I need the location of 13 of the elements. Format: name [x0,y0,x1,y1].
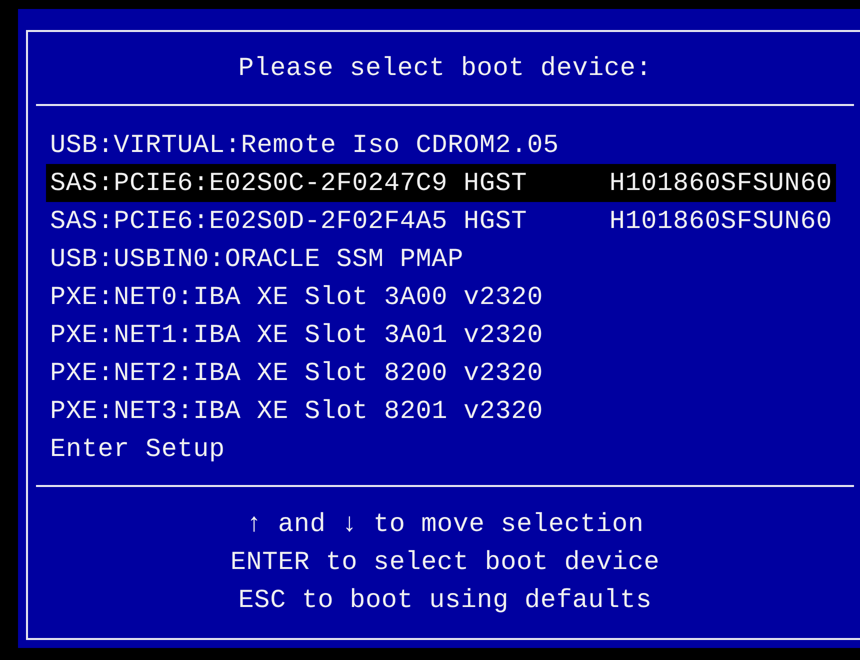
boot-device-item[interactable]: SAS:PCIE6:E02S0D-2F02F4A5 HGST H101860SFSUN60 [46,202,836,240]
boot-device-item[interactable]: USB:USBIN0:ORACLE SSM PMAP [46,240,836,278]
boot-device-item[interactable]: SAS:PCIE6:E02S0C-2F0247C9 HGST H101860SFSUN60 [46,164,836,202]
menu-title: Please select boot device: [238,52,652,85]
boot-device-item[interactable]: PXE:NET2:IBA XE Slot 8200 v2320 [46,354,836,392]
help-text: ESC to boot using defaults [238,584,652,617]
boot-device-item[interactable]: PXE:NET3:IBA XE Slot 8201 v2320 [46,392,836,430]
boot-device-item[interactable]: PXE:NET1:IBA XE Slot 3A01 v2320 [46,316,836,354]
boot-device-item[interactable]: PXE:NET0:IBA XE Slot 3A00 v2320 [46,278,836,316]
help-text: ↑ and ↓ to move selection [246,508,644,541]
boot-device-item[interactable]: Enter Setup [46,430,836,468]
boot-device-item[interactable]: USB:VIRTUAL:Remote Iso CDROM2.05 [46,126,836,164]
help-text: ENTER to select boot device [230,546,660,579]
